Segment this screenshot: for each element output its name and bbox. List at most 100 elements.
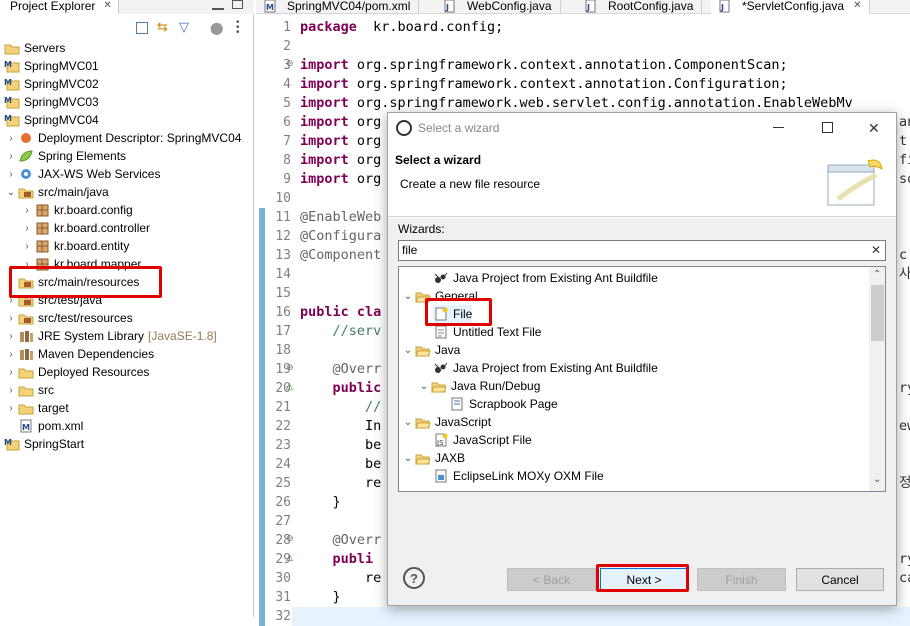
clear-filter-icon[interactable]: ✕ [871, 243, 881, 257]
focus-icon[interactable]: ⬤ [210, 21, 224, 35]
wizard-tree-item[interactable]: Java Project from Existing Ant Buildfile [433, 359, 658, 377]
code-fragment: fi [899, 152, 910, 168]
code-line: publi [300, 550, 374, 569]
expand-chevron-icon[interactable]: › [22, 223, 32, 234]
expand-chevron-icon[interactable]: › [22, 205, 32, 216]
tree-item[interactable]: › target [6, 399, 69, 417]
expand-chevron-icon[interactable]: › [6, 349, 16, 360]
tree-item[interactable]: › kr.board.controller [22, 219, 150, 237]
back-button[interactable]: < Back [507, 568, 596, 591]
editor-tab[interactable]: J WebConfig.java [436, 0, 561, 14]
highlight-file-item [425, 298, 492, 326]
expand-chevron-icon[interactable]: ⌄ [403, 345, 413, 356]
maximize-view-icon[interactable] [232, 0, 243, 9]
wizard-tree-item[interactable]: Java Project from Existing Ant Buildfile [433, 269, 658, 287]
wizard-tree-item[interactable]: EclipseLink MOXy OXM File [433, 467, 604, 485]
wizard-tree-item[interactable]: ⌄ Java [403, 341, 461, 359]
tree-item-label: src/main/java [38, 185, 109, 199]
close-icon[interactable]: ✕ [868, 120, 880, 137]
folder-open-icon [431, 379, 447, 393]
code-line: import org.springframework.context.annot… [300, 75, 788, 94]
tree-item[interactable]: › kr.board.config [22, 201, 132, 219]
view-menu-icon[interactable]: • • • [236, 18, 242, 38]
tree-item[interactable]: M SpringMVC02 [4, 75, 99, 93]
filter-icon[interactable]: ▽ [179, 20, 193, 34]
scroll-down-icon[interactable]: ⌄ [873, 474, 881, 485]
collapse-all-icon[interactable] [136, 22, 148, 34]
tree-item[interactable]: Servers [4, 39, 65, 57]
project-explorer-tab[interactable]: Project Explorer ✕ [0, 0, 119, 14]
maximize-icon[interactable] [822, 122, 833, 133]
code-token: public [332, 380, 382, 396]
expand-chevron-icon[interactable]: › [6, 385, 16, 396]
fold-icon[interactable]: ⊖ [286, 58, 294, 69]
folder-icon [18, 401, 34, 415]
tree-item[interactable]: › JRE System Library [JavaSE-1.8] [6, 327, 217, 345]
override-marker-icon: △ [286, 552, 293, 562]
expand-chevron-icon[interactable]: ⌄ [6, 187, 16, 198]
tree-item[interactable]: ⌄ src/main/java [6, 183, 109, 201]
expand-chevron-icon[interactable]: ⌄ [419, 381, 429, 392]
tree-item[interactable]: › kr.board.entity [22, 237, 129, 255]
wizard-tree-item[interactable]: JS JavaScript File [433, 431, 532, 449]
code-fragment: ew [899, 418, 910, 434]
tree-item[interactable]: M SpringMVC01 [4, 57, 99, 75]
tree-item-suffix: [JavaSE-1.8] [148, 329, 217, 343]
wizard-tree-item[interactable]: ⌄ Java Run/Debug [419, 377, 541, 395]
wizard-tree-item[interactable]: ⌄ JAXB [403, 449, 465, 467]
minimize-view-icon[interactable] [212, 0, 224, 10]
filter-input[interactable]: file [402, 243, 417, 257]
line-number: 16 [275, 305, 291, 320]
tree-item-label: JAX-WS Web Services [38, 167, 161, 181]
fold-icon[interactable]: ⊖ [286, 533, 294, 544]
editor-tab[interactable]: M SpringMVC04/pom.xml [256, 0, 420, 14]
tree-item[interactable]: › src [6, 381, 54, 399]
editor-tab[interactable]: J *ServletConfig.java ✕ [711, 0, 871, 14]
expand-chevron-icon[interactable]: ⌄ [403, 417, 413, 428]
expand-chevron-icon[interactable]: › [6, 133, 16, 144]
tree-item[interactable]: › Deployed Resources [6, 363, 149, 381]
expand-chevron-icon[interactable]: › [6, 169, 16, 180]
tree-item[interactable]: Mpom.xml [6, 417, 83, 435]
minimize-icon[interactable] [773, 127, 784, 128]
scroll-up-icon[interactable]: ⌃ [873, 269, 881, 280]
expand-chevron-icon[interactable]: › [6, 403, 16, 414]
tree-item[interactable]: › Spring Elements [6, 147, 126, 165]
code-line: import org [300, 170, 381, 189]
expand-chevron-icon[interactable]: › [22, 241, 32, 252]
scroll-thumb[interactable] [871, 285, 884, 341]
expand-chevron-icon[interactable]: › [6, 151, 16, 162]
link-with-editor-icon[interactable]: ⇆ [157, 20, 171, 34]
code-token: re [300, 570, 382, 586]
tree-item-label: target [38, 401, 69, 415]
wizard-tree-item[interactable]: Scrapbook Page [449, 395, 558, 413]
code-token: In [300, 418, 382, 434]
tree-item[interactable]: › JAX-WS Web Services [6, 165, 160, 183]
folder-open-icon [415, 415, 431, 429]
expand-chevron-icon[interactable]: › [6, 313, 16, 324]
close-icon[interactable]: ✕ [853, 0, 861, 11]
tree-item[interactable]: M SpringStart [4, 435, 84, 453]
finish-button[interactable]: Finish [697, 568, 786, 591]
expand-chevron-icon[interactable]: ⌄ [403, 291, 413, 302]
expand-chevron-icon[interactable]: ⌄ [403, 453, 413, 464]
tree-item[interactable]: › Maven Dependencies [6, 345, 154, 363]
tree-item[interactable]: › src/test/resources [6, 309, 132, 327]
tree-item[interactable]: M SpringMVC03 [4, 93, 99, 111]
wizard-tree-item[interactable]: ⌄ JavaScript [403, 413, 491, 431]
expand-chevron-icon[interactable]: › [6, 331, 16, 342]
code-token: be [300, 437, 382, 453]
tree-item[interactable]: M SpringMVC04 [4, 111, 99, 129]
expand-chevron-icon[interactable]: › [6, 367, 16, 378]
tree-item[interactable]: › Deployment Descriptor: SpringMVC04 [6, 129, 241, 147]
filter-field[interactable]: file ✕ [398, 240, 886, 261]
close-icon[interactable]: ✕ [103, 0, 111, 11]
maven-project-icon: M [4, 77, 20, 91]
fold-icon[interactable]: ⊖ [286, 362, 294, 373]
editor-tab[interactable]: J RootConfig.java [577, 0, 703, 14]
tree-scrollbar[interactable]: ⌃ ⌄ [869, 267, 885, 491]
cancel-button[interactable]: Cancel [796, 568, 884, 591]
tree-item-label: src [38, 383, 54, 397]
help-button[interactable]: ? [403, 567, 425, 589]
line-number: 27 [275, 514, 291, 529]
